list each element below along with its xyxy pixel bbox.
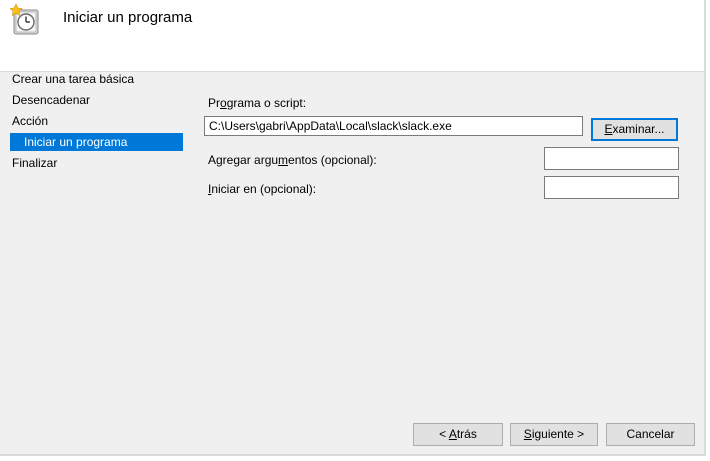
program-script-input[interactable] <box>204 116 583 136</box>
program-label-text-b: grama o script: <box>226 96 307 110</box>
nav-step-trigger[interactable]: Desencadenar <box>12 91 90 109</box>
wizard-body: Crear una tarea básica Desencadenar Acci… <box>0 72 704 455</box>
nav-step-finish[interactable]: Finalizar <box>12 154 57 172</box>
program-script-label: Programa o script: <box>208 96 306 110</box>
args-label-text-a: Agregar argu <box>208 153 279 167</box>
wizard-header: Iniciar un programa <box>0 0 706 72</box>
browse-button[interactable]: Examinar... <box>591 118 678 141</box>
arguments-label: Agregar argumentos (opcional): <box>208 153 377 167</box>
task-scheduler-clock-icon <box>10 4 39 35</box>
start-in-input[interactable] <box>544 176 679 199</box>
window-outside-area <box>706 0 710 461</box>
arguments-input[interactable] <box>544 147 679 170</box>
window-bottom-border <box>0 454 706 456</box>
cancel-button[interactable]: Cancelar <box>606 423 695 446</box>
back-button[interactable]: < Atrás <box>413 423 503 446</box>
back-label-accel: A <box>448 427 457 441</box>
nav-step-action[interactable]: Acción <box>12 112 48 130</box>
nav-step-create-basic-task[interactable]: Crear una tarea básica <box>12 70 134 88</box>
nav-step-start-program[interactable]: Iniciar un programa <box>10 133 183 151</box>
program-label-accel: o <box>220 96 227 110</box>
program-label-text-a: Pr <box>208 96 220 110</box>
browse-label-text: xaminar... <box>612 122 665 136</box>
startin-label-text: niciar en (opcional): <box>211 182 317 196</box>
back-label-post: trás <box>456 427 477 441</box>
args-label-accel: m <box>278 153 289 167</box>
page-title: Iniciar un programa <box>63 9 193 26</box>
next-label-post: iguiente > <box>531 427 585 441</box>
next-label-accel: S <box>523 427 532 441</box>
next-button[interactable]: Siguiente > <box>510 423 598 446</box>
back-label-pre: < <box>439 427 449 441</box>
start-in-label: Iniciar en (opcional): <box>208 182 316 196</box>
args-label-text-b: entos (opcional): <box>288 153 377 167</box>
